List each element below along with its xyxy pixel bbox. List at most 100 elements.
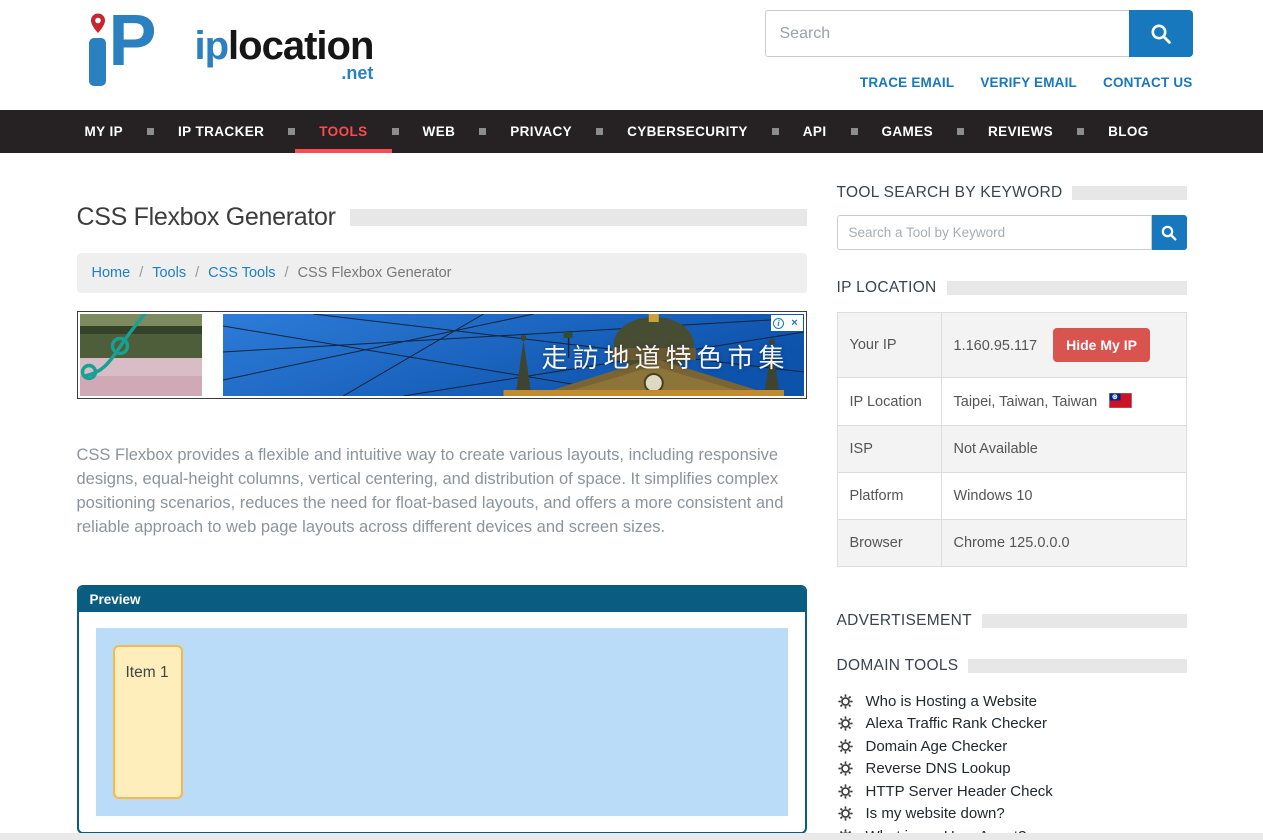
logo-mark: P [77, 12, 195, 90]
nav-item-cybersecurity[interactable]: CYBERSECURITY [603, 110, 772, 153]
logo-wordmark: iplocation .net [195, 26, 374, 82]
main-content: CSS Flexbox Generator Home / Tools / CSS… [77, 153, 807, 840]
header-search-button[interactable] [1129, 10, 1193, 57]
table-row: Browser Chrome 125.0.0.0 [837, 520, 1186, 567]
row-label: Your IP [837, 313, 941, 378]
breadcrumb-current: CSS Flexbox Generator [298, 265, 452, 281]
header-search-input[interactable] [765, 10, 1129, 57]
ad-close-icon[interactable]: × [787, 315, 803, 331]
nav-item-my-ip[interactable]: MY IP [77, 110, 148, 153]
domain-tool-link-reverse-dns[interactable]: Reverse DNS Lookup [837, 758, 1187, 780]
logo-text-ip: ip [195, 24, 229, 68]
header-search [765, 10, 1193, 57]
nav-separator [851, 128, 858, 135]
preview-panel: Preview Item 1 [77, 585, 807, 834]
main-nav: MY IP IP TRACKER TOOLS WEB PRIVACY CYBER… [0, 110, 1263, 153]
domain-tools-heading: DOMAIN TOOLS [837, 657, 959, 675]
ip-location-heading: IP LOCATION [837, 279, 937, 297]
nav-item-games[interactable]: GAMES [858, 110, 958, 153]
nav-item-web[interactable]: WEB [399, 110, 480, 153]
logo-text-location: location [228, 24, 373, 68]
nav-separator [392, 128, 399, 135]
nav-separator [1077, 128, 1084, 135]
platform-value: Windows 10 [941, 473, 1186, 520]
heading-decoration-bar [1072, 186, 1186, 200]
row-label: ISP [837, 426, 941, 473]
ip-location-value: Taipei, Taiwan, Taiwan [954, 394, 1098, 410]
gear-icon [837, 738, 854, 755]
tool-search-button[interactable] [1152, 215, 1187, 250]
domain-tool-link-website-down[interactable]: Is my website down? [837, 803, 1187, 825]
row-label: Platform [837, 473, 941, 520]
contact-us-link[interactable]: CONTACT US [1103, 75, 1193, 90]
tool-link-label: Who is Hosting a Website [866, 693, 1037, 710]
nav-separator [288, 128, 295, 135]
domain-tools-list: Who is Hosting a Website Alexa Traffic R… [837, 690, 1187, 840]
breadcrumb-home[interactable]: Home [92, 265, 131, 281]
nav-item-reviews[interactable]: REVIEWS [964, 110, 1077, 153]
nav-item-blog[interactable]: BLOG [1084, 110, 1173, 153]
logo-i-stem [89, 38, 106, 86]
ip-location-table: Your IP 1.160.95.117 Hide My IP IP Locat… [837, 312, 1187, 567]
page-bottom-strip [0, 833, 1263, 840]
domain-tool-link-alexa[interactable]: Alexa Traffic Rank Checker [837, 713, 1187, 735]
breadcrumb-separator: / [285, 265, 289, 281]
page-title: CSS Flexbox Generator [77, 203, 336, 232]
nav-item-privacy[interactable]: PRIVACY [486, 110, 596, 153]
tool-search-heading: TOOL SEARCH BY KEYWORD [837, 184, 1063, 202]
sidebar: TOOL SEARCH BY KEYWORD IP LOCATION Your … [837, 153, 1187, 840]
ad-info-icon[interactable]: i [771, 315, 787, 331]
breadcrumb-tools[interactable]: Tools [152, 265, 186, 281]
breadcrumb-separator: / [139, 265, 143, 281]
breadcrumb-css-tools[interactable]: CSS Tools [208, 265, 275, 281]
trace-email-link[interactable]: TRACE EMAIL [860, 75, 954, 90]
gear-icon [837, 805, 854, 822]
flexbox-preview-item: Item 1 [113, 645, 183, 799]
nav-item-ip-tracker[interactable]: IP TRACKER [154, 110, 288, 153]
ip-address-value: 1.160.95.117 [954, 338, 1038, 354]
logo-p: P [109, 0, 155, 82]
browser-value: Chrome 125.0.0.0 [941, 520, 1186, 567]
nav-item-api[interactable]: API [779, 110, 851, 153]
search-icon [1149, 22, 1173, 46]
hide-my-ip-button[interactable]: Hide My IP [1053, 328, 1150, 362]
advertisement-banner[interactable]: 走訪地道特色市集 i × [77, 311, 807, 399]
tool-description: CSS Flexbox provides a flexible and intu… [77, 443, 807, 539]
tool-search-input[interactable] [837, 215, 1152, 250]
preview-panel-title: Preview [79, 587, 805, 612]
tool-search [837, 215, 1187, 250]
nav-separator [147, 128, 154, 135]
heading-decoration-bar [947, 281, 1187, 295]
row-label: IP Location [837, 378, 941, 426]
nav-separator [596, 128, 603, 135]
domain-tool-link-hosting[interactable]: Who is Hosting a Website [837, 690, 1187, 712]
nav-separator [772, 128, 779, 135]
table-row: ISP Not Available [837, 426, 1186, 473]
heading-decoration-bar [968, 659, 1186, 673]
ad-landscape-image [80, 314, 202, 396]
ad-controls: i × [771, 315, 803, 331]
heading-decoration-bar [982, 614, 1187, 628]
tool-link-label: Is my website down? [866, 805, 1005, 822]
table-row: Platform Windows 10 [837, 473, 1186, 520]
preview-panel-body: Item 1 [79, 612, 805, 832]
domain-tool-link-http-header[interactable]: HTTP Server Header Check [837, 780, 1187, 802]
tool-link-label: Reverse DNS Lookup [866, 760, 1011, 777]
verify-email-link[interactable]: VERIFY EMAIL [980, 75, 1077, 90]
ad-caption-text: 走訪地道特色市集 [541, 338, 789, 375]
tool-link-label: HTTP Server Header Check [866, 783, 1053, 800]
breadcrumb-separator: / [195, 265, 199, 281]
site-logo[interactable]: P iplocation .net [77, 12, 374, 90]
ad-building-image: 走訪地道特色市集 [223, 314, 804, 396]
gear-icon [837, 693, 854, 710]
breadcrumb: Home / Tools / CSS Tools / CSS Flexbox G… [77, 253, 807, 293]
domain-tool-link-domain-age[interactable]: Domain Age Checker [837, 735, 1187, 757]
site-header: P iplocation .net TRACE EMAIL VERIFY EMA… [0, 0, 1263, 110]
search-icon [1160, 224, 1178, 242]
nav-item-tools[interactable]: TOOLS [295, 110, 391, 153]
gear-icon [837, 715, 854, 732]
gear-icon [837, 760, 854, 777]
header-links: TRACE EMAIL VERIFY EMAIL CONTACT US [860, 75, 1193, 90]
tool-link-label: Domain Age Checker [866, 738, 1008, 755]
taiwan-flag-icon [1109, 393, 1132, 408]
